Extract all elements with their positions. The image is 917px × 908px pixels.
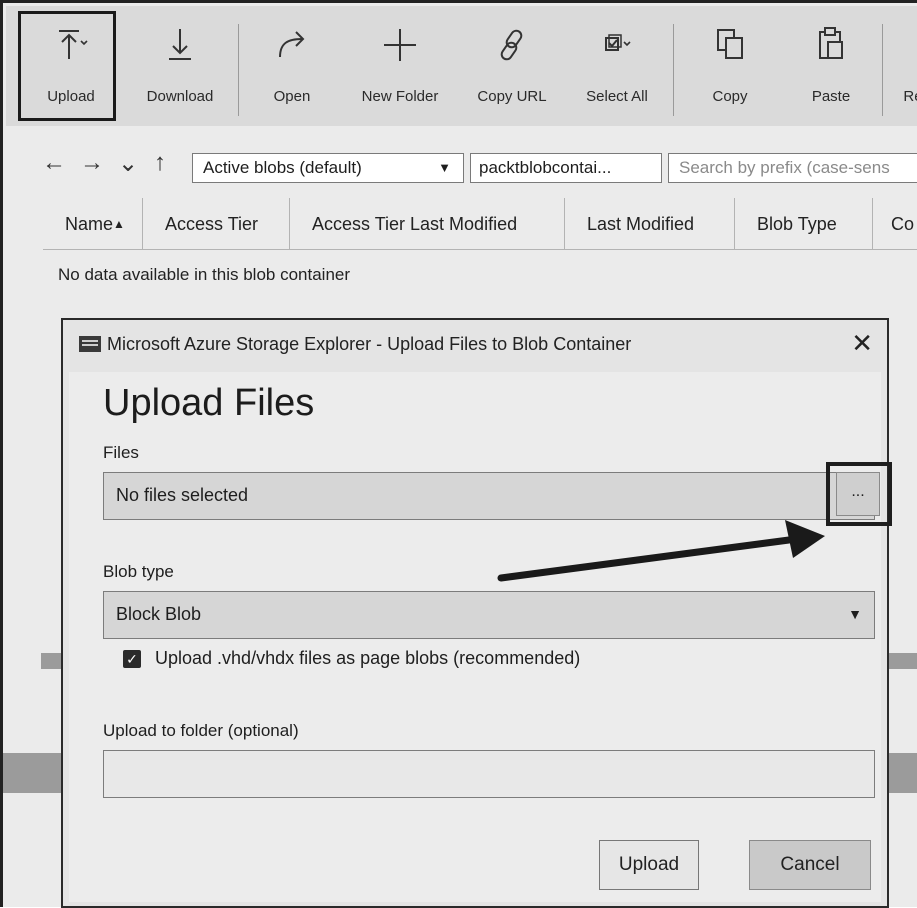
- header-divider: [43, 249, 917, 250]
- link-icon: [495, 16, 529, 74]
- dialog-title: Microsoft Azure Storage Explorer - Uploa…: [79, 334, 631, 355]
- toolbar-separator: [673, 24, 674, 116]
- page-blob-checkbox-label: Upload .vhd/vhdx files as page blobs (re…: [155, 648, 581, 668]
- column-name[interactable]: Name▲: [43, 198, 143, 250]
- dialog-body: Upload Files Files No files selected ...…: [69, 372, 892, 902]
- storage-explorer-app-icon: [79, 336, 101, 352]
- select-all-label: Select All: [586, 88, 648, 105]
- upload-folder-label: Upload to folder (optional): [103, 721, 299, 740]
- blob-view-select[interactable]: Active blobs (default) ▼: [192, 153, 464, 183]
- download-label: Download: [146, 88, 214, 105]
- close-icon[interactable]: ✕: [851, 328, 873, 359]
- toolbar-separator: [882, 24, 883, 116]
- column-access-tier-last-modified[interactable]: Access Tier Last Modified: [290, 198, 565, 250]
- rename-label: Re: [903, 88, 917, 105]
- cancel-button[interactable]: Cancel: [749, 840, 871, 890]
- blob-view-select-value: Active blobs (default): [203, 158, 362, 177]
- paste-icon: [814, 16, 848, 74]
- copy-url-button[interactable]: Copy URL: [470, 16, 554, 124]
- empty-container-message: No data available in this blob container: [58, 265, 351, 284]
- rename-icon: [903, 16, 917, 74]
- chevron-down-icon[interactable]: ⌄: [118, 149, 138, 178]
- select-all-button[interactable]: Select All: [576, 16, 658, 124]
- copy-icon: [713, 16, 747, 74]
- blob-type-label: Blob type: [103, 562, 174, 581]
- toolbar: Upload Download Open New Folder Copy URL…: [6, 6, 917, 126]
- sort-ascending-icon: ▲: [113, 217, 125, 231]
- annotation-arrow: [497, 520, 825, 582]
- upload-confirm-button[interactable]: Upload: [599, 840, 699, 890]
- upload-folder-input[interactable]: [103, 750, 875, 798]
- new-folder-label: New Folder: [361, 88, 439, 105]
- column-content-type[interactable]: Co: [873, 198, 917, 250]
- blob-type-value: Block Blob: [116, 604, 202, 624]
- browse-highlight-box: [826, 462, 892, 526]
- copy-label: Copy: [712, 88, 748, 105]
- caret-down-icon: ▼: [438, 160, 451, 175]
- background-panel-edge: [889, 753, 917, 793]
- open-button[interactable]: Open: [258, 16, 326, 124]
- new-folder-button[interactable]: New Folder: [352, 16, 448, 124]
- copy-url-label: Copy URL: [477, 88, 547, 105]
- upload-files-dialog: Microsoft Azure Storage Explorer - Uploa…: [61, 318, 892, 908]
- background-panel-edge: [3, 753, 61, 793]
- navigation-row: ← → ⌄ ↑ Active blobs (default) ▼ packtbl…: [6, 143, 917, 193]
- column-access-tier[interactable]: Access Tier: [143, 198, 290, 250]
- files-label: Files: [103, 443, 139, 462]
- plus-icon: [380, 16, 420, 74]
- storage-explorer-window: Upload Download Open New Folder Copy URL…: [0, 0, 917, 908]
- background-panel-edge: [889, 653, 917, 669]
- paste-label: Paste: [811, 88, 851, 105]
- download-button[interactable]: Download: [132, 16, 228, 124]
- download-icon: [163, 16, 197, 74]
- open-arrow-icon: [272, 16, 312, 74]
- upload-highlight-box: [18, 11, 116, 121]
- select-all-icon: [600, 16, 634, 74]
- container-path-breadcrumb[interactable]: packtblobcontai...: [470, 153, 662, 183]
- open-label: Open: [273, 88, 311, 105]
- blob-type-select[interactable]: Block Blob ▼: [103, 591, 875, 639]
- page-blob-checkbox[interactable]: ✓: [123, 650, 141, 668]
- column-last-modified[interactable]: Last Modified: [565, 198, 735, 250]
- background-panel-edge: [41, 653, 61, 669]
- files-field-value: No files selected: [116, 485, 249, 505]
- forward-arrow-icon[interactable]: →: [80, 149, 104, 177]
- toolbar-separator: [238, 24, 239, 116]
- blob-list-header: Name▲ Access Tier Access Tier Last Modif…: [43, 198, 917, 250]
- copy-button[interactable]: Copy: [694, 16, 766, 124]
- caret-down-icon: ▼: [848, 606, 862, 622]
- back-arrow-icon[interactable]: ←: [42, 149, 66, 177]
- up-arrow-icon[interactable]: ↑: [154, 149, 166, 177]
- search-prefix-input[interactable]: Search by prefix (case-sens: [668, 153, 917, 183]
- rename-button[interactable]: Re: [898, 16, 917, 124]
- column-blob-type[interactable]: Blob Type: [735, 198, 873, 250]
- paste-button[interactable]: Paste: [796, 16, 866, 124]
- dialog-heading: Upload Files: [103, 382, 315, 424]
